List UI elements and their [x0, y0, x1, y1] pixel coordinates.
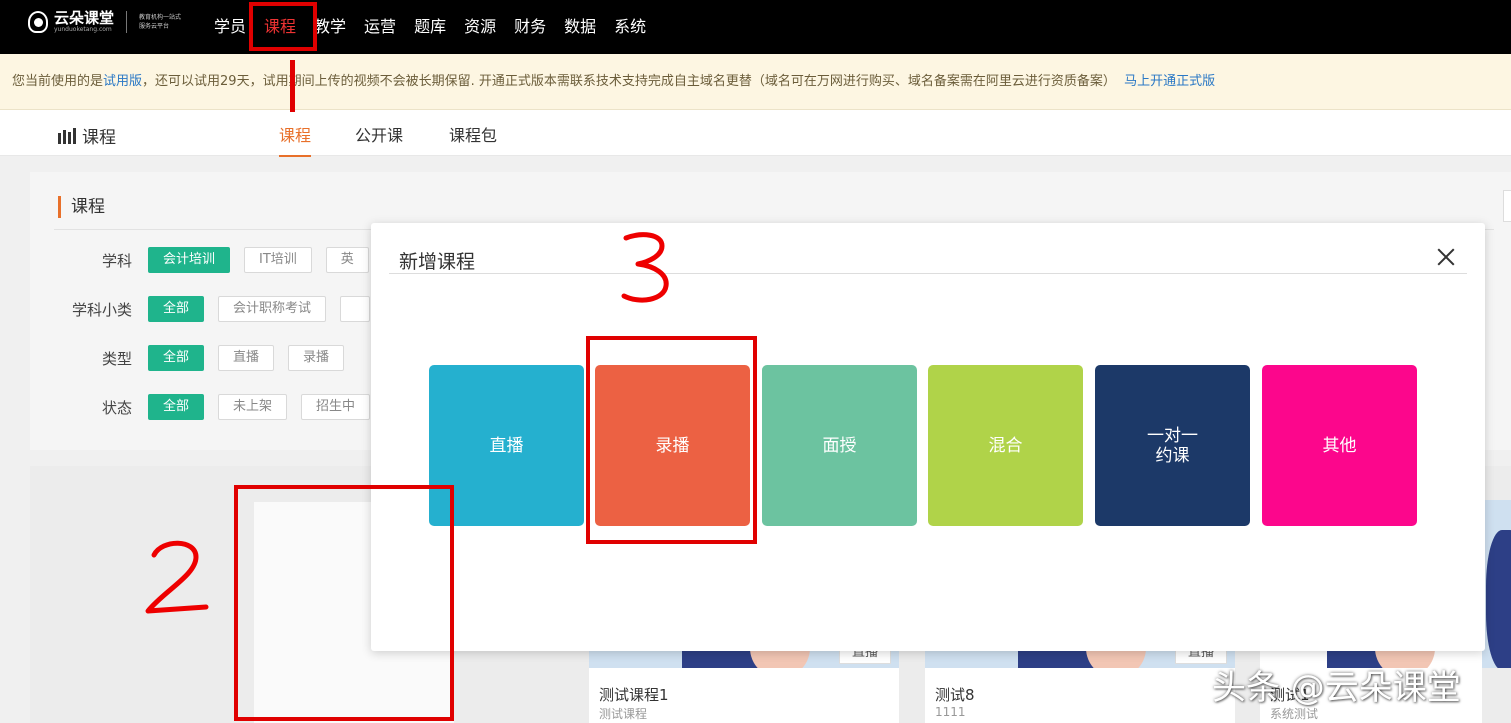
filter-chip[interactable]: 会计职称考试: [218, 296, 327, 322]
filter-chip[interactable]: 会计培训: [148, 247, 231, 273]
filter-chip[interactable]: 全部: [148, 345, 205, 371]
logo-domain: yunduoketang.com: [54, 26, 112, 33]
annotation-line: [290, 60, 295, 112]
course-type-other-button[interactable]: 其他: [1262, 365, 1417, 526]
course-title[interactable]: 测试8: [935, 684, 975, 705]
nav-item-finance[interactable]: 财务: [505, 0, 555, 54]
dialog-title: 新增课程: [399, 251, 476, 273]
banner-prefix: 您当前使用的是: [12, 74, 104, 89]
watermark: 头条 @云朵课堂: [1212, 668, 1461, 708]
logo-separator: [126, 11, 128, 33]
nav-item-system[interactable]: 系统: [605, 0, 655, 54]
filter-chip[interactable]: 录播: [288, 345, 345, 371]
nav-item-question-bank[interactable]: 题库: [405, 0, 455, 54]
course-subtitle: 测试课程: [599, 707, 648, 721]
filter-label: 状态: [101, 398, 132, 417]
books-icon: [58, 127, 76, 144]
nav-item-courses[interactable]: 课程: [255, 0, 305, 54]
sub-navbar: 课程 课程 公开课 课程包: [0, 110, 1511, 157]
logo-name: 云朵课堂: [54, 9, 115, 27]
filter-chip[interactable]: 全部: [148, 394, 205, 420]
nav-item-teaching[interactable]: 教学: [305, 0, 355, 54]
filter-chip[interactable]: 直播: [218, 345, 275, 371]
tab-courses[interactable]: 课程: [279, 122, 312, 157]
filter-label: 学科小类: [71, 300, 132, 319]
nav-item-operations[interactable]: 运营: [355, 0, 405, 54]
annotation-number-2: 2: [140, 535, 209, 614]
filter-row-subject: 学科 会计培训 IT培训 英: [30, 247, 383, 273]
trial-banner: 您当前使用的是试用版，还可以试用29天，试用期间上传的视频不会被长期保留. 开通…: [0, 54, 1511, 110]
cloud-logo-icon: [28, 11, 48, 33]
close-icon[interactable]: [1434, 245, 1458, 269]
course-type-mixed-button[interactable]: 混合: [928, 365, 1083, 526]
filter-chip[interactable]: IT培训: [244, 247, 312, 273]
filter-chip[interactable]: 招生中: [301, 394, 371, 420]
course-type-recorded-button[interactable]: 录播: [595, 365, 750, 526]
dialog-divider: [389, 273, 1467, 274]
course-type-one-on-one-button[interactable]: 一对一 约课: [1095, 365, 1250, 526]
filter-chip[interactable]: 未上架: [218, 394, 288, 420]
course-subtitle: 1111: [935, 705, 966, 719]
nav-item-data[interactable]: 数据: [555, 0, 605, 54]
filter-label: 学科: [101, 251, 132, 270]
course-title[interactable]: 测试课程1: [599, 684, 669, 705]
nav-item-students[interactable]: 学员: [205, 0, 255, 54]
filter-row-type: 类型 全部 直播 录播: [30, 345, 358, 371]
annotation-number-2-label: 2: [140, 535, 141, 536]
banner-text: ，还可以试用29天，试用期间上传的视频不会被长期保留. 开通正式版本需联系技术支…: [142, 74, 1116, 89]
filter-row-status: 状态 全部 未上架 招生中: [30, 394, 384, 420]
main-nav: 学员 课程 教学 运营 题库 资源 财务 数据 系统: [205, 0, 655, 54]
course-thumbnail: [1482, 500, 1511, 668]
toolbar-button-stub[interactable]: [1503, 190, 1511, 222]
filter-chip[interactable]: 英: [325, 247, 369, 273]
new-course-dialog: 新增课程 直播 录播 面授 混合 一对一 约课 其他: [371, 223, 1485, 651]
filter-chip[interactable]: 全部: [148, 296, 205, 322]
page-title-label: 课程: [82, 128, 116, 148]
section-title: 课程: [58, 196, 105, 218]
nav-item-resources[interactable]: 资源: [455, 0, 505, 54]
annotation-number-3: 3: [618, 230, 669, 303]
page-title: 课程: [58, 123, 116, 148]
course-type-live-button[interactable]: 直播: [429, 365, 584, 526]
filter-label: 类型: [101, 349, 132, 368]
course-type-offline-button[interactable]: 面授: [762, 365, 917, 526]
annotation-number-3-label: 3: [618, 230, 619, 231]
trial-version-link[interactable]: 试用版: [103, 74, 142, 89]
tab-open-courses[interactable]: 公开课: [355, 122, 403, 155]
filter-chip[interactable]: [340, 296, 371, 322]
tab-course-packages[interactable]: 课程包: [449, 122, 497, 155]
logo[interactable]: 云朵课堂 yunduoketang.com 教育机构一站式服务云平台: [28, 10, 185, 34]
logo-slogan: 教育机构一站式服务云平台: [139, 14, 182, 30]
upgrade-now-link[interactable]: 马上开通正式版: [1124, 74, 1215, 89]
filter-row-subcategory: 学科小类 全部 会计职称考试: [30, 296, 384, 322]
top-navbar: 云朵课堂 yunduoketang.com 教育机构一站式服务云平台 学员 课程…: [0, 0, 1511, 54]
